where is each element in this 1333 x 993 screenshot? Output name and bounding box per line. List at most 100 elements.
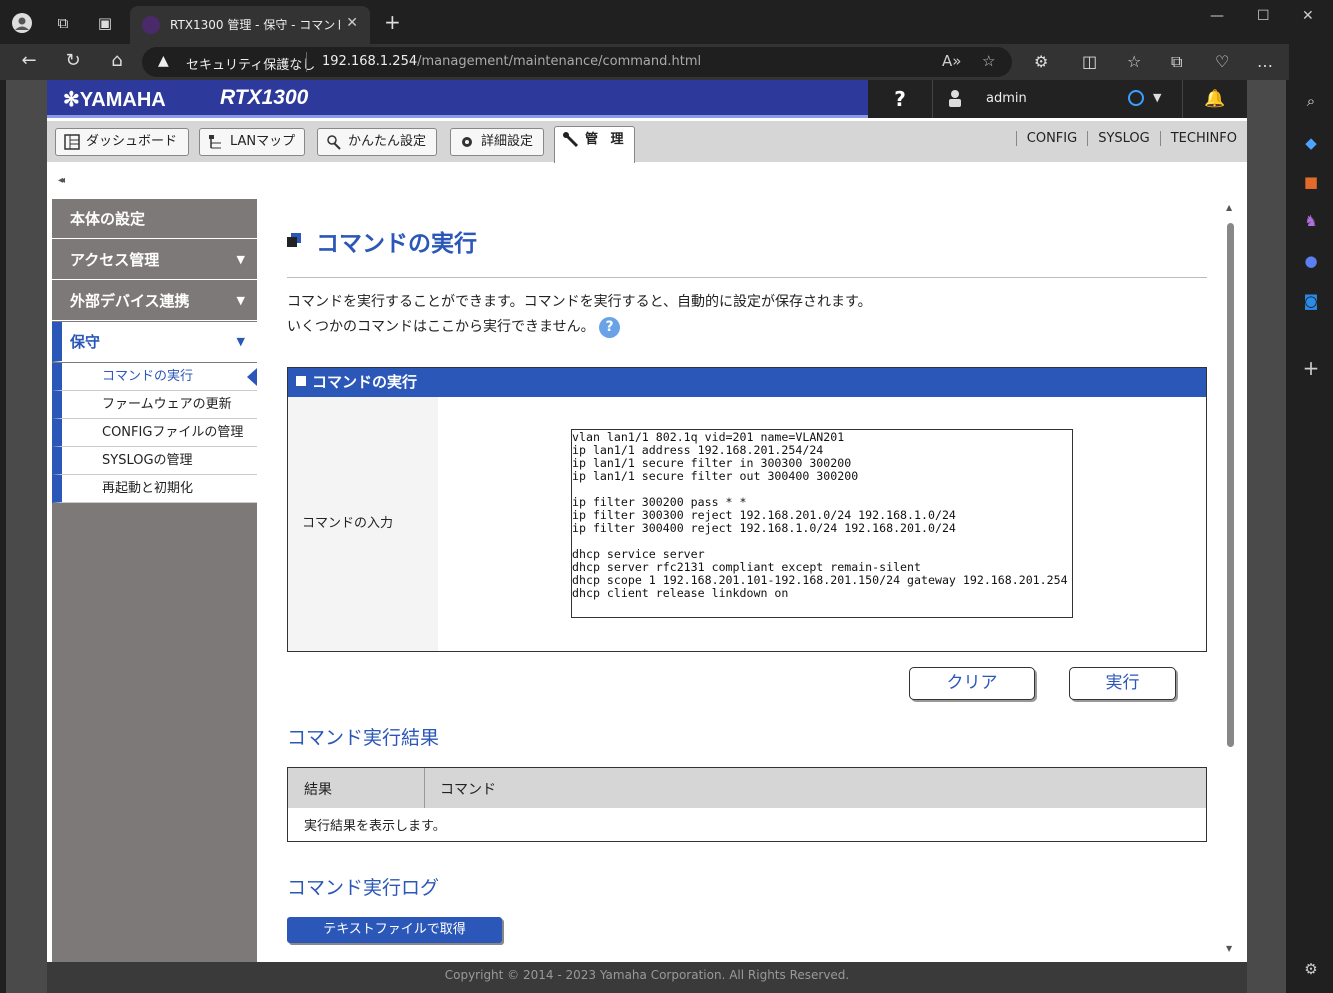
address-row: ← ↻ ⌂ ▲ セキュリティ保護なし 192.168.1.254/managem…: [0, 44, 1333, 80]
footer: Copyright © 2014 - 2023 Yamaha Corporati…: [47, 962, 1247, 993]
page-title: コマンドの実行: [316, 231, 477, 257]
chevron-down-icon[interactable]: ▼: [1153, 91, 1161, 104]
chevron-down-icon: ▼: [236, 253, 245, 266]
collections-icon[interactable]: ⧉: [1171, 52, 1182, 72]
shopping-tag-icon[interactable]: ◆: [1301, 134, 1321, 154]
menu-dashboard-label: ダッシュボード: [86, 134, 178, 149]
tools-icon[interactable]: ■: [1301, 173, 1321, 193]
office-icon[interactable]: ●: [1301, 252, 1321, 272]
description-line-2: いくつかのコマンドはここから実行できません。 ?: [287, 315, 872, 340]
techinfo-link[interactable]: TECHINFO: [1159, 131, 1247, 146]
menu-dashboard[interactable]: ダッシュボード: [55, 128, 189, 156]
sidebar-settings-icon[interactable]: ⚙: [1301, 960, 1321, 980]
column-divider: [424, 768, 425, 808]
workspaces-icon[interactable]: ⧉: [52, 12, 74, 34]
chevron-down-icon: ▼: [236, 335, 245, 348]
wrench-icon: [563, 132, 579, 148]
add-sidebar-icon[interactable]: +: [1301, 356, 1321, 380]
result-table: 結果 コマンド 実行結果を表示します。: [287, 767, 1207, 842]
subitem-firmware[interactable]: ファームウェアの更新: [52, 391, 257, 419]
url-host: 192.168.1.254: [322, 54, 418, 69]
top-header: ✻YAMAHA RTX1300 ? admin ▼ 🔔: [47, 80, 1247, 118]
wand-icon: [327, 135, 341, 150]
download-log-button[interactable]: テキストファイルで取得: [287, 917, 502, 943]
back-icon[interactable]: ←: [17, 50, 41, 71]
games-icon[interactable]: ♞: [1301, 212, 1321, 232]
close-window-icon[interactable]: ✕: [1302, 8, 1314, 24]
sidebar-item-device-settings[interactable]: 本体の設定: [52, 199, 257, 239]
description-line-1: コマンドを実行することができます。コマンドを実行すると、自動的に設定が保存されま…: [287, 294, 872, 310]
scrollbar-thumb[interactable]: [1227, 223, 1234, 747]
menu-easy-setup[interactable]: かんたん設定: [317, 128, 437, 156]
bell-icon[interactable]: 🔔: [1182, 80, 1247, 118]
url-text[interactable]: 192.168.1.254/management/maintenance/com…: [322, 54, 701, 69]
clear-button[interactable]: クリア: [909, 667, 1035, 700]
sidebar-item-access[interactable]: アクセス管理 ▼: [52, 240, 257, 280]
help-icon[interactable]: ?: [599, 316, 621, 338]
result-placeholder: 実行結果を表示します。: [304, 819, 446, 834]
active-tab[interactable]: RTX1300 管理 - 保守 - コマンドの実 ✕: [130, 6, 370, 44]
subitem-command[interactable]: コマンドの実行: [52, 363, 257, 391]
address-bar[interactable]: ▲ セキュリティ保護なし 192.168.1.254/management/ma…: [142, 47, 1012, 77]
sidebar-item-external-devices[interactable]: 外部デバイス連携 ▼: [52, 281, 257, 321]
description-line-2-text: いくつかのコマンドはここから実行できません。: [287, 319, 595, 335]
favicon-icon: [142, 16, 160, 34]
read-aloud-icon[interactable]: A»: [942, 52, 961, 70]
page-viewport: ✻YAMAHA RTX1300 ? admin ▼ 🔔 ダッシュボード LANマ…: [6, 80, 1286, 993]
menu-lan-map[interactable]: LANマップ: [199, 128, 305, 156]
syslog-link[interactable]: SYSLOG: [1087, 131, 1160, 146]
sidebar: 本体の設定 アクセス管理 ▼ 外部デバイス連携 ▼ 保守 ▼ コマンドの実行 ファーム…: [52, 199, 257, 993]
more-menu-icon[interactable]: …: [1257, 52, 1273, 71]
browser-window: ⧉ ▣ RTX1300 管理 - 保守 - コマンドの実 ✕ + — ☐ ✕ ←…: [0, 0, 1333, 993]
square-icon: [296, 376, 306, 386]
maximize-icon[interactable]: ☐: [1257, 8, 1270, 24]
sidebar-item-label: アクセス管理: [70, 251, 160, 269]
command-input[interactable]: vlan lan1/1 802.1q vid=201 name=VLAN201 …: [571, 429, 1073, 618]
command-col-header: コマンド: [440, 782, 496, 798]
command-input-label: コマンドの入力: [288, 397, 438, 651]
help-button[interactable]: ?: [868, 80, 933, 118]
command-panel: コマンドの実行 コマンドの入力 vlan lan1/1 802.1q vid=2…: [287, 367, 1207, 652]
title-square-icon: [287, 233, 301, 247]
search-icon[interactable]: ⌕: [1301, 92, 1321, 112]
favorites-icon[interactable]: ☆: [1127, 52, 1141, 71]
subitem-config-file[interactable]: CONFIGファイルの管理: [52, 419, 257, 447]
scroll-up-icon[interactable]: ▲: [1226, 203, 1232, 212]
security-label[interactable]: セキュリティ保護なし: [186, 54, 315, 73]
performance-icon[interactable]: ♡: [1215, 52, 1229, 71]
subitem-syslog[interactable]: SYSLOGの管理: [52, 447, 257, 475]
tab-actions-icon[interactable]: ▣: [94, 12, 116, 34]
scroll-down-icon[interactable]: ▼: [1226, 944, 1232, 953]
user-name[interactable]: admin: [986, 91, 1027, 106]
warning-icon[interactable]: ▲: [158, 53, 169, 69]
menu-advanced[interactable]: 詳細設定: [450, 128, 544, 156]
refresh-icon[interactable]: ↻: [61, 50, 85, 71]
menu-management[interactable]: 管 理: [554, 126, 635, 163]
config-link[interactable]: CONFIG: [1015, 131, 1087, 146]
profile-icon[interactable]: [11, 12, 33, 34]
close-tab-icon[interactable]: ✕: [346, 15, 358, 31]
favorite-star-icon[interactable]: ☆: [982, 52, 995, 70]
new-tab-icon[interactable]: +: [384, 10, 401, 34]
collapse-sidebar-icon[interactable]: ◂◂: [58, 175, 65, 186]
title-divider: [287, 277, 1207, 278]
subitem-reboot[interactable]: 再起動と初期化: [52, 475, 257, 503]
home-icon[interactable]: ⌂: [105, 50, 129, 71]
extensions-icon[interactable]: ⚙: [1034, 52, 1048, 71]
execute-button[interactable]: 実行: [1069, 667, 1176, 700]
minimize-icon[interactable]: —: [1210, 8, 1224, 24]
outlook-icon[interactable]: ◙: [1301, 292, 1321, 312]
command-panel-title: コマンドの実行: [312, 373, 418, 391]
edge-sidebar: ⌕ ◆ ■ ♞ ● ◙ + ⚙: [1289, 44, 1333, 993]
split-screen-icon[interactable]: ◫: [1082, 52, 1097, 71]
sidebar-item-maintenance[interactable]: 保守 ▼: [52, 322, 257, 362]
url-divider: [306, 52, 307, 72]
tab-bar: ⧉ ▣ RTX1300 管理 - 保守 - コマンドの実 ✕ + — ☐ ✕: [0, 0, 1333, 44]
status-ring-icon[interactable]: [1128, 90, 1144, 106]
menu-easy-setup-label: かんたん設定: [348, 134, 427, 149]
brand-mark-icon: ✻: [63, 89, 80, 111]
menu-lan-map-label: LANマップ: [230, 134, 296, 149]
scrollbar[interactable]: ▲ ▼: [1223, 199, 1239, 953]
description: コマンドを実行することができます。コマンドを実行すると、自動的に設定が保存されま…: [287, 290, 872, 340]
dashboard-icon: [64, 134, 80, 150]
